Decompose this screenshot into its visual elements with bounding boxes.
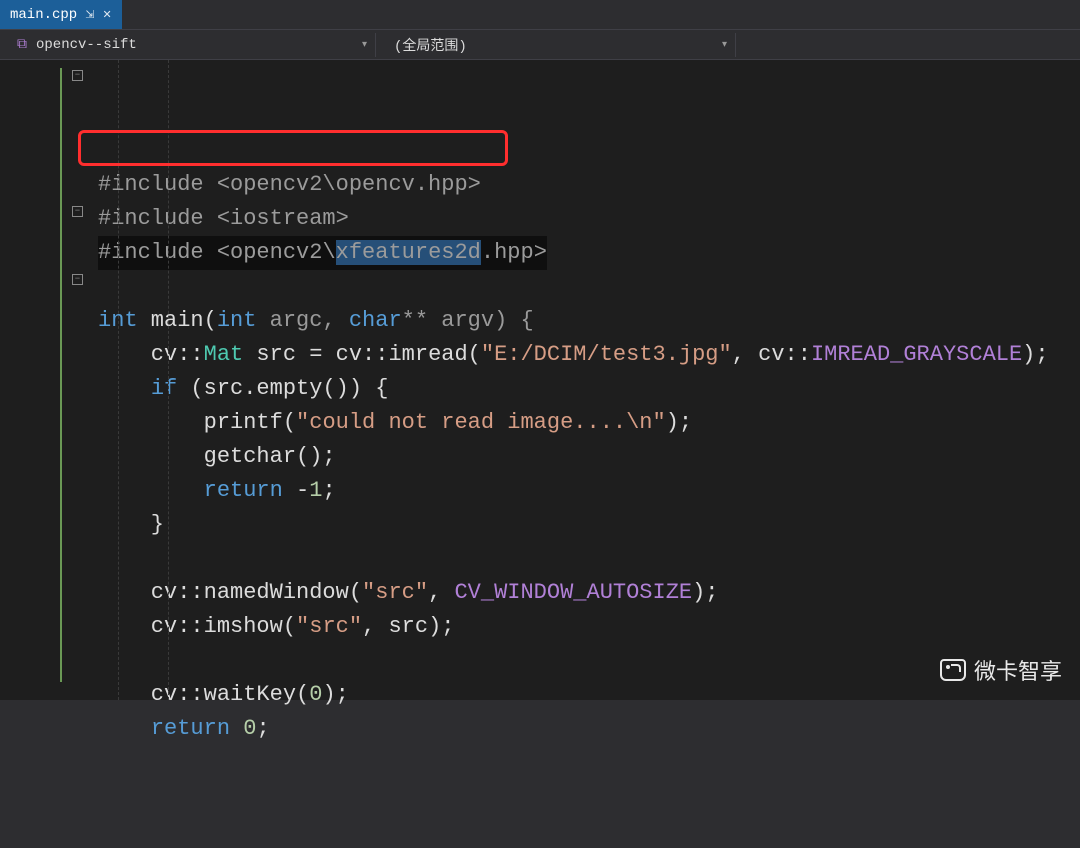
chevron-down-icon: ▾ (362, 39, 367, 51)
code-area[interactable]: #include <opencv2\opencv.hpp> #include <… (70, 60, 1080, 700)
scope-dropdown-project[interactable]: ⧉ opencv--sift ▾ (6, 33, 376, 57)
wechat-icon (940, 659, 966, 681)
watermark: 微卡智享 (940, 654, 1062, 686)
watermark-text: 微卡智享 (974, 654, 1062, 686)
code-line: cv::waitKey(0); (98, 682, 349, 707)
outline-indicator (60, 68, 62, 682)
code-line: if (src.empty()) { (98, 376, 388, 401)
file-tab-main-cpp[interactable]: main.cpp ⇲ ✕ (0, 0, 122, 29)
scope-dropdown-global[interactable]: (全局范围) ▾ (386, 33, 736, 57)
code-line: cv::Mat src = cv::imread("E:/DCIM/test3.… (98, 342, 1049, 367)
code-line: return -1; (98, 478, 336, 503)
tab-filename: main.cpp (10, 7, 77, 23)
code-line-current: #include <opencv2\xfeatures2d.hpp> (98, 236, 547, 270)
editor-gutter: − − − (0, 60, 70, 700)
code-line: } (98, 512, 164, 537)
annotation-highlight-box (78, 130, 508, 166)
close-icon[interactable]: ✕ (102, 8, 111, 22)
scope-project-label: opencv--sift (36, 37, 137, 53)
pin-icon[interactable]: ⇲ (85, 8, 94, 22)
scope-icon: ⧉ (14, 37, 30, 53)
code-line: cv::imshow("src", src); (98, 614, 454, 639)
code-line: getchar(); (98, 444, 336, 469)
code-line: return 0; (98, 716, 270, 741)
code-line: #include <opencv2\opencv.hpp> (98, 172, 481, 197)
tab-bar: main.cpp ⇲ ✕ (0, 0, 1080, 30)
code-line: cv::namedWindow("src", CV_WINDOW_AUTOSIZ… (98, 580, 719, 605)
code-line: printf("could not read image....\n"); (98, 410, 692, 435)
code-line: int main(int argc, char** argv) { (98, 308, 534, 333)
code-line: #include <iostream> (98, 206, 349, 231)
navigation-bar: ⧉ opencv--sift ▾ (全局范围) ▾ (0, 30, 1080, 60)
scope-global-label: (全局范围) (394, 35, 467, 55)
selected-text: xfeatures2d (336, 240, 481, 265)
code-editor[interactable]: − − − #include <opencv2\opencv.hpp> #inc… (0, 60, 1080, 700)
chevron-down-icon: ▾ (722, 39, 727, 51)
